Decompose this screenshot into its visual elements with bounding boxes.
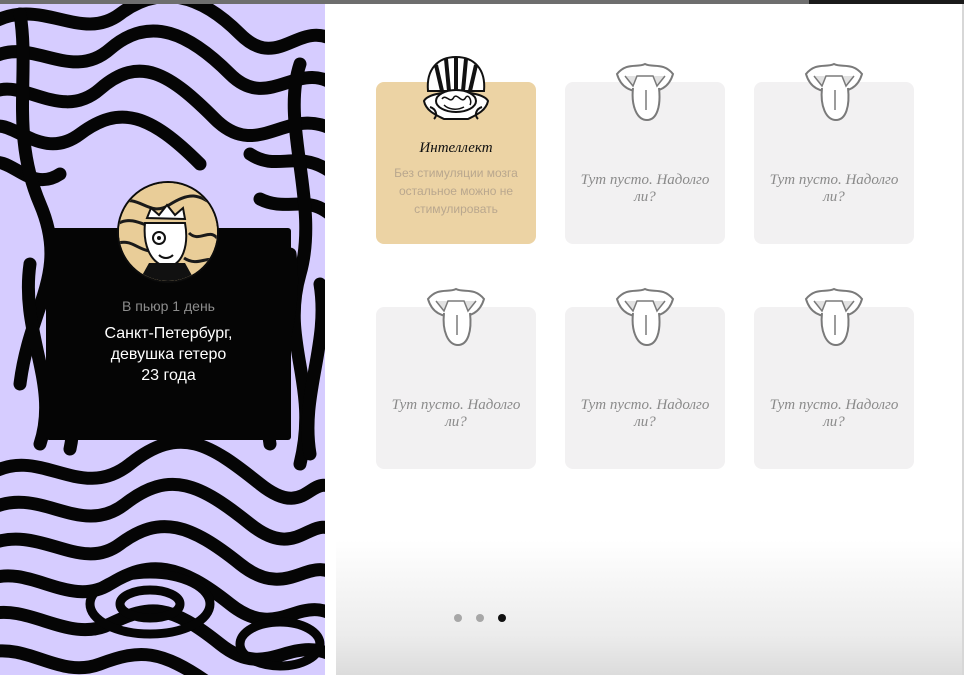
mouth-icon xyxy=(804,62,864,122)
card-empty-text: Тут пусто. Надолго ли? xyxy=(580,172,710,205)
mouth-icon xyxy=(615,287,675,347)
mouth-icon xyxy=(804,287,864,347)
brain-icon xyxy=(422,55,490,120)
interest-card-empty[interactable]: Тут пусто. Надолго ли? xyxy=(754,62,914,244)
card-empty-text: Тут пусто. Надолго ли? xyxy=(580,397,710,430)
interest-card-empty[interactable]: Тут пусто. Надолго ли? xyxy=(565,287,725,469)
pagination-dots xyxy=(454,614,506,624)
interest-card-empty[interactable]: Тут пусто. Надолго ли? xyxy=(754,287,914,469)
profile-orientation: девушка гетеро xyxy=(110,346,227,363)
card-text: Без стимуляции мозга остальное можно не … xyxy=(394,166,518,216)
avatar[interactable] xyxy=(117,181,219,283)
profile-age: 23 года xyxy=(141,367,196,384)
pagination-dot-active[interactable] xyxy=(498,614,506,622)
bottom-fade xyxy=(336,540,964,675)
pagination-dot[interactable] xyxy=(476,614,484,622)
card-empty-text: Тут пусто. Надолго ли? xyxy=(769,397,899,430)
card-empty-text: Тут пусто. Надолго ли? xyxy=(391,397,521,430)
interest-card-intellect[interactable]: Интеллект Без стимуляции мозга остальное… xyxy=(376,55,536,244)
mouth-icon xyxy=(426,287,486,347)
card-title: Интеллект xyxy=(419,140,493,156)
avatar-illustration-icon xyxy=(119,183,217,281)
top-bar-dark-segment xyxy=(809,0,964,4)
profile-city: Санкт-Петербург, xyxy=(104,325,233,342)
interest-card-empty[interactable]: Тут пусто. Надолго ли? xyxy=(565,62,725,244)
pagination-dot[interactable] xyxy=(454,614,462,622)
profile-description: Санкт-Петербург, девушка гетеро 23 года xyxy=(46,323,291,386)
card-empty-text: Тут пусто. Надолго ли? xyxy=(769,172,899,205)
profile-meta: В пьюр 1 день xyxy=(122,298,215,314)
interest-card-empty[interactable]: Тут пусто. Надолго ли? xyxy=(376,287,536,469)
mouth-icon xyxy=(615,62,675,122)
